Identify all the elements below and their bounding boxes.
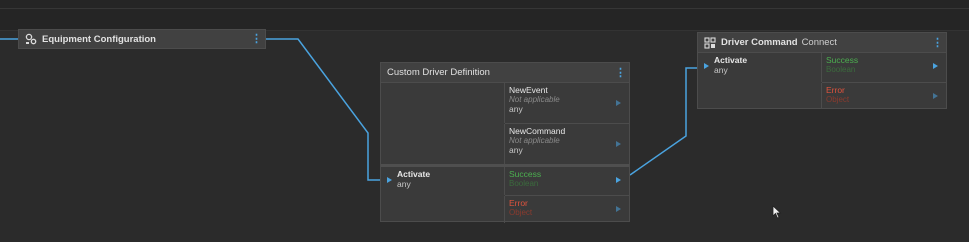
input-label: Activate — [397, 169, 431, 179]
event-new-command[interactable]: NewCommand Not applicable any — [505, 124, 629, 164]
equipment-node-title: Equipment Configuration — [42, 33, 156, 45]
input-label: Activate — [714, 55, 748, 65]
event-type: any — [509, 145, 523, 155]
custom-node-header[interactable]: Custom Driver Definition ⋮ — [381, 63, 629, 83]
custom-input-activate[interactable]: Activate any — [381, 167, 505, 195]
custom-driver-definition-node[interactable]: Custom Driver Definition ⋮ NewEvent Not … — [380, 62, 630, 223]
driver-node-subtitle: Connect — [801, 37, 837, 48]
driver-output-success[interactable]: Success Boolean — [822, 53, 946, 82]
success-output-port-icon[interactable] — [616, 177, 621, 183]
driver-input-activate[interactable]: Activate any — [698, 53, 822, 82]
driver-io-row-success: Activate any Success Boolean — [698, 53, 946, 82]
custom-output-success[interactable]: Success Boolean — [505, 167, 629, 195]
events-left-col — [381, 83, 505, 123]
driver-node-header[interactable]: Driver Command Connect ⋮ — [698, 33, 946, 53]
event-output-port-icon[interactable] — [616, 140, 621, 147]
driver-output-error[interactable]: Error Object — [822, 83, 946, 109]
output-label: Success — [826, 55, 859, 65]
input-type: any — [397, 179, 411, 189]
driver-node-menu-icon[interactable]: ⋮ — [932, 37, 943, 48]
equipment-node-menu-icon[interactable]: ⋮ — [251, 34, 262, 45]
equipment-node-header[interactable]: Equipment Configuration ⋮ — [19, 30, 265, 48]
wire-custom-to-driver[interactable] — [629, 67, 698, 176]
custom-node-menu-icon[interactable]: ⋮ — [615, 67, 626, 78]
output-label: Error — [509, 198, 528, 208]
output-type: Boolean — [826, 65, 856, 74]
event-new-event[interactable]: NewEvent Not applicable any — [505, 83, 629, 123]
event-type: any — [509, 104, 523, 114]
driver-node-title: Driver Command — [721, 37, 798, 48]
custom-events-row-1: NewEvent Not applicable any — [381, 83, 629, 123]
custom-node-title: Custom Driver Definition — [387, 67, 490, 78]
command-grid-icon — [704, 36, 716, 49]
events-left-col — [381, 124, 505, 164]
output-label: Error — [826, 85, 845, 95]
event-status: Not applicable — [509, 136, 560, 145]
activate-input-port-icon[interactable] — [704, 63, 709, 69]
custom-output-error[interactable]: Error Object — [505, 196, 629, 223]
error-output-port-icon[interactable] — [933, 92, 938, 99]
event-output-port-icon[interactable] — [616, 99, 621, 106]
input-type: any — [714, 65, 728, 75]
io-left-col — [698, 83, 822, 109]
output-type: Object — [509, 208, 533, 217]
custom-io-row-success: Activate any Success Boolean — [381, 167, 629, 195]
error-output-port-icon[interactable] — [616, 205, 621, 212]
custom-io-row-error: Error Object — [381, 196, 629, 223]
event-status: Not applicable — [509, 95, 560, 104]
output-type: Object — [826, 95, 850, 104]
output-label: Success — [509, 169, 542, 179]
equipment-configuration-node[interactable]: Equipment Configuration ⋮ — [18, 29, 266, 49]
wire-equipment-to-custom[interactable] — [266, 38, 382, 181]
output-type: Boolean — [509, 179, 539, 188]
gear-device-icon — [25, 33, 37, 45]
activate-input-port-icon[interactable] — [387, 177, 392, 183]
driver-command-node[interactable]: Driver Command Connect ⋮ Activate any Su… — [697, 32, 947, 109]
event-name: NewCommand — [509, 126, 566, 136]
mouse-cursor-icon — [772, 205, 782, 219]
driver-io-row-error: Error Object — [698, 83, 946, 109]
event-name: NewEvent — [509, 85, 548, 95]
success-output-port-icon[interactable] — [933, 63, 938, 69]
custom-events-row-2: NewCommand Not applicable any — [381, 124, 629, 164]
io-left-col — [381, 196, 505, 223]
